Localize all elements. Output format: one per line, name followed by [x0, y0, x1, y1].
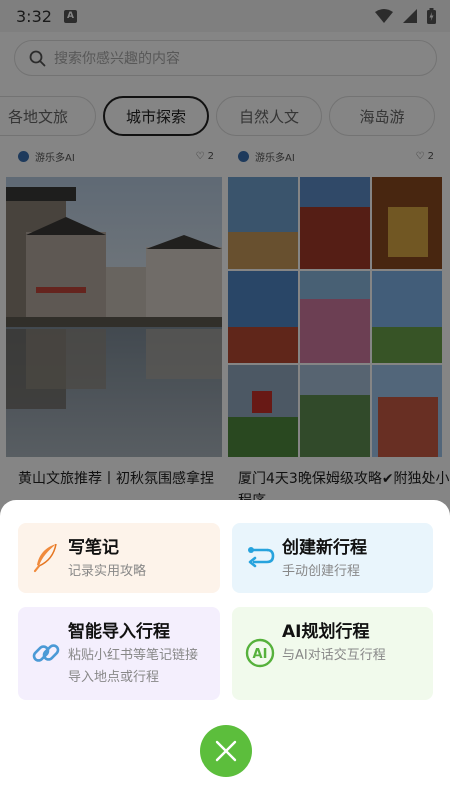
route-icon [248, 547, 275, 568]
feather-icon [33, 543, 57, 573]
action-title: 智能导入行程 [68, 622, 170, 642]
create-trip-button[interactable]: 创建新行程 手动创建行程 [232, 523, 433, 593]
action-subtitle: 与AI对话交互行程 [282, 648, 386, 663]
ai-plan-button[interactable]: AI AI规划行程 与AI对话交互行程 [232, 607, 433, 700]
action-title: 写笔记 [68, 538, 119, 558]
close-button[interactable] [200, 725, 252, 777]
svg-text:AI: AI [253, 647, 268, 662]
action-subtitle: 记录实用攻略 [68, 564, 147, 579]
ai-icon: AI [245, 638, 275, 668]
close-icon [215, 740, 237, 762]
smart-import-button[interactable]: 智能导入行程 粘贴小红书等笔记链接导入地点或行程 [18, 607, 220, 700]
action-title: AI规划行程 [282, 622, 370, 642]
link-icon [32, 644, 60, 662]
write-note-button[interactable]: 写笔记 记录实用攻略 [18, 523, 220, 593]
action-subtitle: 粘贴小红书等笔记链接导入地点或行程 [68, 648, 199, 685]
action-title: 创建新行程 [282, 538, 367, 558]
action-subtitle: 手动创建行程 [282, 564, 361, 579]
